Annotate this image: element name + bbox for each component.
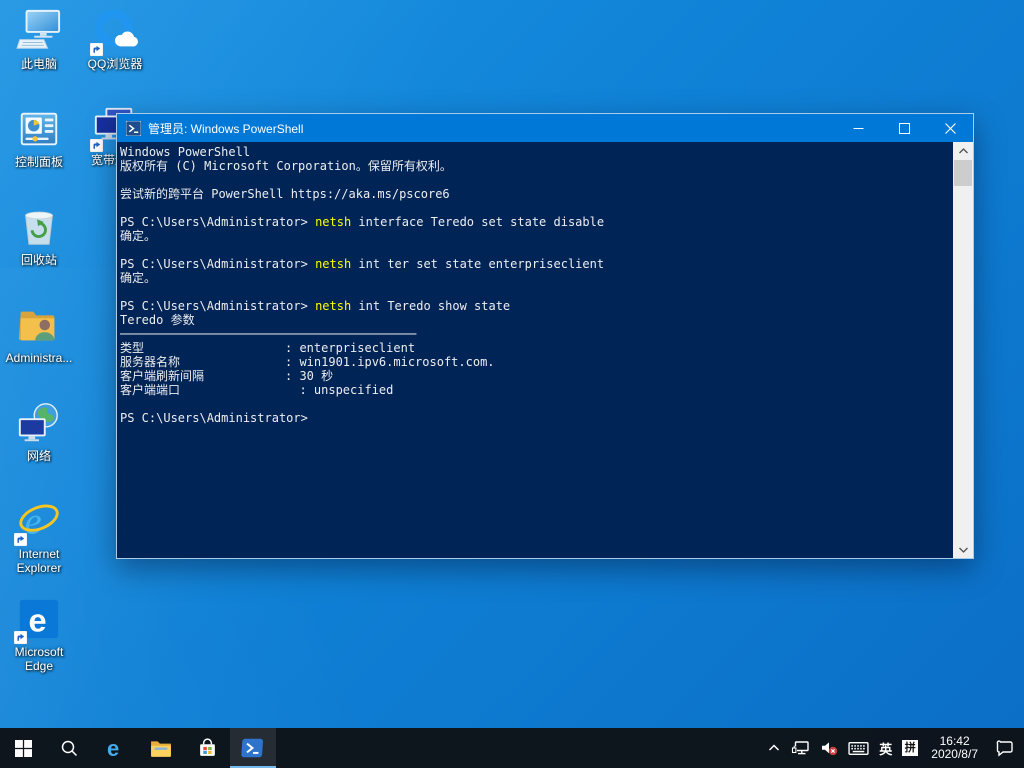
console-line: 服务器名称: win1901.ipv6.microsoft.com. — [120, 355, 950, 369]
svg-text:e: e — [28, 602, 46, 638]
desktop-icon-qq-browser[interactable]: QQ浏览器 — [77, 8, 153, 71]
shortcut-arrow-icon — [90, 139, 103, 152]
desktop-icon-label: Internet Explorer — [1, 547, 77, 575]
svg-text:e: e — [107, 736, 119, 760]
start-button[interactable] — [0, 728, 46, 768]
console-line: Teredo 参数 — [120, 313, 950, 327]
console-line — [120, 243, 950, 257]
console-line — [120, 285, 950, 299]
language-indicator[interactable]: 英 — [874, 728, 897, 768]
network-tray-icon[interactable] — [786, 728, 815, 768]
window-title: 管理员: Windows PowerShell — [148, 120, 835, 137]
desktop-icon-label: 网络 — [27, 449, 51, 463]
file-explorer-button[interactable] — [138, 728, 184, 768]
shortcut-arrow-icon — [14, 631, 27, 644]
edge-taskbar-button[interactable]: e — [92, 728, 138, 768]
window-titlebar[interactable]: 管理员: Windows PowerShell — [117, 114, 973, 142]
console-line: 确定。 — [120, 229, 950, 243]
console-line: PS C:\Users\Administrator> netsh int Ter… — [120, 299, 950, 313]
console-line: 客户端刷新间隔: 30 秒 — [120, 369, 950, 383]
internet-explorer-icon: e — [16, 498, 62, 544]
taskbar-buttons: e — [0, 728, 276, 768]
console-line: 客户端端口 : unspecified — [120, 383, 950, 397]
desktop-icon-label: Administra... — [6, 351, 73, 365]
desktop-icon-recycle-bin[interactable]: 回收站 — [1, 204, 77, 267]
console-line: 确定。 — [120, 271, 950, 285]
close-button[interactable] — [927, 114, 973, 142]
console-line — [120, 397, 950, 411]
powershell-window: 管理员: Windows PowerShell Windows PowerShe… — [116, 113, 974, 559]
desktop-icon-administrator-folder[interactable]: Administra... — [1, 302, 77, 365]
desktop-icon-this-pc[interactable]: 此电脑 — [1, 8, 77, 71]
console-line: PS C:\Users\Administrator> netsh interfa… — [120, 215, 950, 229]
user-folder-icon — [16, 302, 62, 348]
console-line: PS C:\Users\Administrator> — [120, 411, 950, 425]
desktop: 此电脑 控制面板 — [0, 0, 1024, 768]
tray-chevron-up-icon[interactable] — [762, 728, 786, 768]
console-line: Windows PowerShell — [120, 145, 950, 159]
console-line: 尝试新的跨平台 PowerShell https://aka.ms/pscore… — [120, 187, 950, 201]
console-area[interactable]: Windows PowerShell 版权所有 (C) Microsoft Co… — [117, 142, 973, 558]
console-line: 类型: enterpriseclient — [120, 341, 950, 355]
desktop-icon-label: QQ浏览器 — [88, 57, 143, 71]
console-line: ────────────────────────────────────────… — [120, 327, 950, 341]
console-line — [120, 173, 950, 187]
clock-date: 2020/8/7 — [931, 748, 978, 761]
desktop-icon-label: Microsoft Edge — [1, 645, 77, 673]
this-pc-icon — [16, 8, 62, 54]
control-panel-icon — [16, 106, 62, 152]
qq-browser-icon — [92, 8, 138, 54]
scroll-down-icon[interactable] — [953, 541, 973, 558]
scroll-up-icon[interactable] — [953, 142, 973, 159]
console-line — [120, 201, 950, 215]
shortcut-arrow-icon — [14, 533, 27, 546]
minimize-button[interactable] — [835, 114, 881, 142]
recycle-bin-icon — [16, 204, 62, 250]
shortcut-arrow-icon — [90, 43, 103, 56]
touch-keyboard-icon[interactable] — [843, 728, 874, 768]
powershell-taskbar-button[interactable] — [230, 728, 276, 768]
desktop-icon-microsoft-edge[interactable]: e Microsoft Edge — [1, 596, 77, 673]
ime-mode-indicator[interactable]: 拼 — [897, 728, 923, 768]
scrollbar-thumb[interactable] — [954, 160, 972, 186]
taskbar-clock[interactable]: 16:42 2020/8/7 — [923, 728, 986, 768]
desktop-icon-label: 此电脑 — [21, 57, 57, 71]
console-line: 版权所有 (C) Microsoft Corporation。保留所有权利。 — [120, 159, 950, 173]
console-text: Windows PowerShell 版权所有 (C) Microsoft Co… — [120, 145, 950, 558]
console-line: PS C:\Users\Administrator> netsh int ter… — [120, 257, 950, 271]
desktop-icon-control-panel[interactable]: 控制面板 — [1, 106, 77, 169]
powershell-window-icon — [126, 121, 141, 136]
maximize-button[interactable] — [881, 114, 927, 142]
system-tray: 英 拼 16:42 2020/8/7 — [762, 728, 1024, 768]
desktop-icon-network[interactable]: 网络 — [1, 400, 77, 463]
store-button[interactable] — [184, 728, 230, 768]
search-button[interactable] — [46, 728, 92, 768]
desktop-icon-label: 控制面板 — [15, 155, 63, 169]
taskbar: e — [0, 728, 1024, 768]
desktop-icon-internet-explorer[interactable]: e Internet Explorer — [1, 498, 77, 575]
vertical-scrollbar[interactable] — [953, 142, 973, 558]
network-icon — [16, 400, 62, 446]
desktop-icon-label: 回收站 — [21, 253, 57, 267]
volume-muted-icon[interactable] — [815, 728, 843, 768]
microsoft-edge-icon: e — [16, 596, 62, 642]
action-center-icon[interactable] — [986, 728, 1024, 768]
